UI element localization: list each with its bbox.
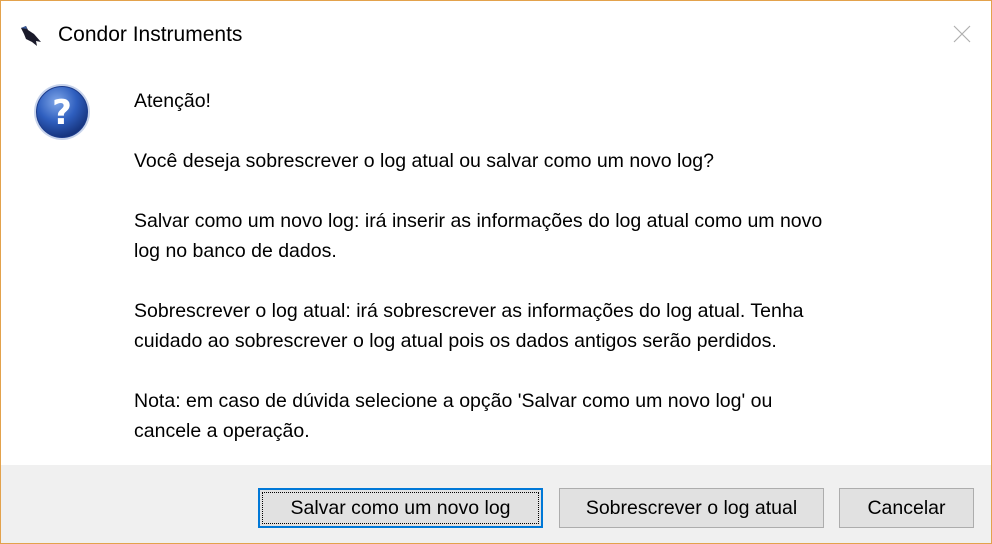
- condor-bird-icon: [21, 26, 41, 46]
- message-overwrite-explanation: Sobrescrever o log atual: irá sobrescrev…: [134, 300, 804, 352]
- message-text: Atenção! Você deseja sobrescrever o log …: [134, 86, 984, 476]
- question-icon: ?: [34, 84, 90, 140]
- button-bar: Salvar como um novo log Sobrescrever o l…: [1, 465, 991, 543]
- overwrite-log-button[interactable]: Sobrescrever o log atual: [559, 488, 824, 528]
- cancel-button[interactable]: Cancelar: [839, 488, 974, 528]
- message-heading: Atenção!: [134, 90, 211, 112]
- close-button[interactable]: [933, 1, 991, 67]
- message-area: ? Atenção! Você deseja sobrescrever o lo…: [1, 67, 991, 465]
- window-title: Condor Instruments: [58, 23, 243, 46]
- message-question: Você deseja sobrescrever o log atual ou …: [134, 150, 714, 172]
- title-bar[interactable]: Condor Instruments: [1, 1, 991, 67]
- message-save-new-explanation: Salvar como um novo log: irá inserir as …: [134, 210, 823, 262]
- dialog-window: Condor Instruments ? Atenção! Você desej…: [0, 0, 992, 544]
- svg-text:?: ?: [52, 93, 72, 133]
- save-as-new-log-button[interactable]: Salvar como um novo log: [258, 488, 543, 528]
- message-note: Nota: em caso de dúvida selecione a opçã…: [134, 390, 773, 442]
- close-icon: [953, 25, 971, 43]
